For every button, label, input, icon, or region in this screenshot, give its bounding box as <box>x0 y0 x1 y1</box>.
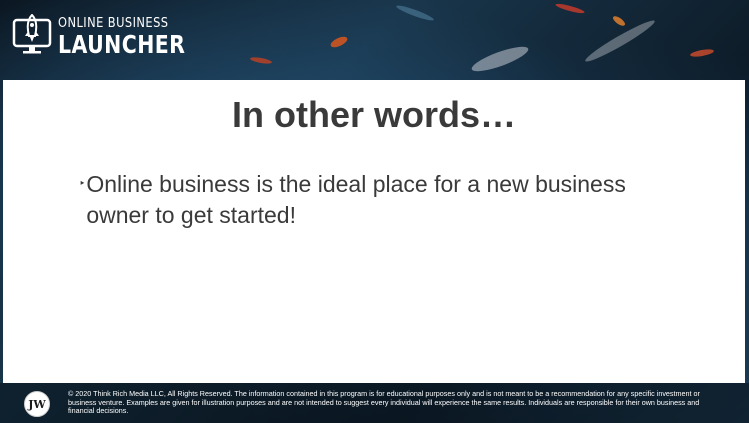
paint-streak <box>554 2 586 15</box>
slide-title: In other words… <box>231 94 516 135</box>
rocket-monitor-icon <box>12 14 52 54</box>
paint-streak <box>395 3 435 23</box>
paint-streak <box>611 14 627 28</box>
paint-streak <box>689 47 715 59</box>
logo-title-line1: ONLINE BUSINESS <box>58 16 169 31</box>
copyright-notice: © 2020 Think Rich Media LLC, All Rights … <box>68 389 700 416</box>
bullet-text: Online business is the ideal place for a… <box>86 171 626 228</box>
paint-streak <box>469 42 531 76</box>
slide-header: ONLINE BUSINESS LAUNCHER <box>0 0 749 80</box>
slide-footer: JW © 2020 Think Rich Media LLC, All Righ… <box>0 383 749 423</box>
logo-title-line2: LAUNCHER <box>58 30 186 59</box>
brand-logo: ONLINE BUSINESS LAUNCHER <box>12 14 213 60</box>
bullet-item: ‣ Online business is the ideal place for… <box>79 169 639 231</box>
slide-content: In other words… ‣ Online business is the… <box>3 80 745 383</box>
paint-streak <box>249 56 273 65</box>
bullet-marker-icon: ‣ <box>79 178 86 190</box>
slide: ONLINE BUSINESS LAUNCHER In other words…… <box>0 0 749 423</box>
jw-logo-badge: JW <box>24 391 50 417</box>
paint-streak <box>329 34 349 50</box>
